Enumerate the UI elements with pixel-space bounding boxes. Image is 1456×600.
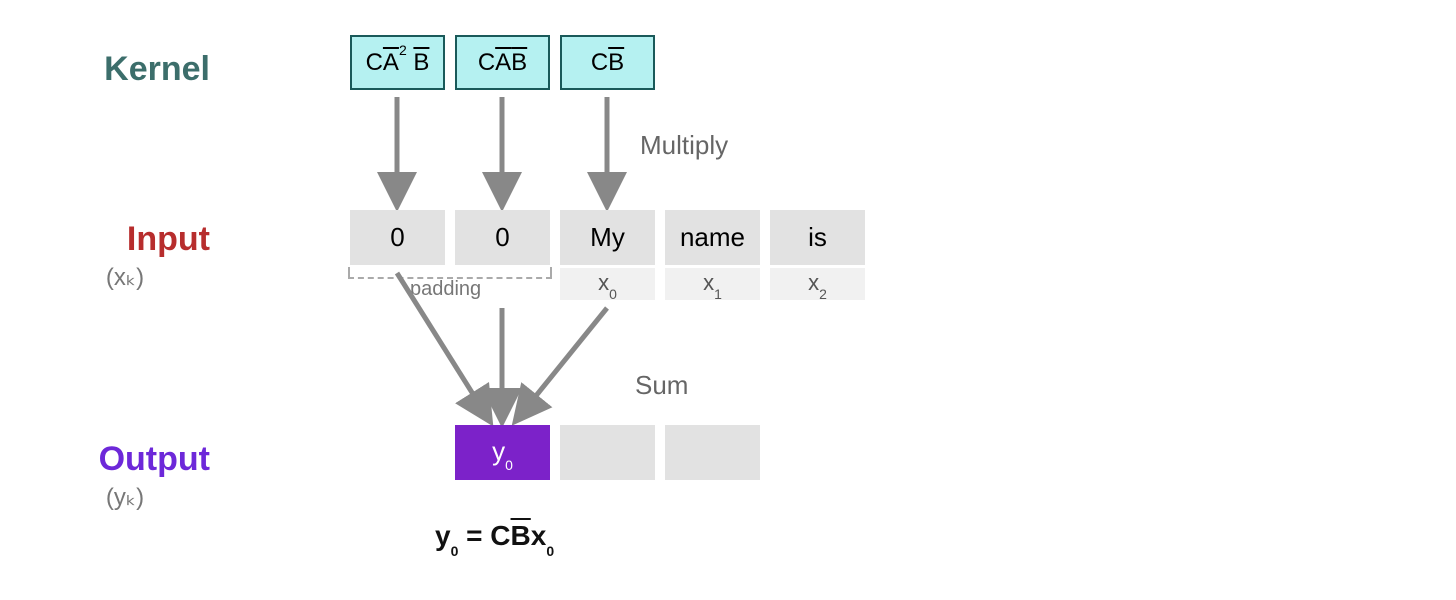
input-x1-word: name bbox=[665, 210, 760, 265]
input-x1-sym: x1 bbox=[665, 268, 760, 300]
input-pad-1: 0 bbox=[455, 210, 550, 265]
output-y0: y0 bbox=[455, 425, 550, 480]
input-x0-word: My bbox=[560, 210, 655, 265]
kernel-box-1: CAB bbox=[455, 35, 550, 90]
padding-label: padding bbox=[410, 278, 481, 301]
kernel-label: Kernel bbox=[40, 50, 210, 89]
multiply-arrows bbox=[350, 92, 670, 212]
output-y2-empty bbox=[665, 425, 760, 480]
input-label: Input bbox=[40, 220, 210, 259]
output-sublabel: (yₖ) bbox=[40, 483, 210, 512]
output-y1-empty bbox=[560, 425, 655, 480]
input-x0-sym: x0 bbox=[560, 268, 655, 300]
multiply-label: Multiply bbox=[640, 130, 728, 161]
input-pad-0: 0 bbox=[350, 210, 445, 265]
kernel-box-0: CA2 B bbox=[350, 35, 445, 90]
input-x2-word: is bbox=[770, 210, 865, 265]
input-x2-sym: x2 bbox=[770, 268, 865, 300]
output-label: Output bbox=[40, 440, 210, 479]
input-sublabel: (xₖ) bbox=[40, 263, 210, 292]
equation: y0 = CBx0 bbox=[435, 520, 554, 555]
kernel-box-2: CB bbox=[560, 35, 655, 90]
sum-label: Sum bbox=[635, 370, 688, 401]
